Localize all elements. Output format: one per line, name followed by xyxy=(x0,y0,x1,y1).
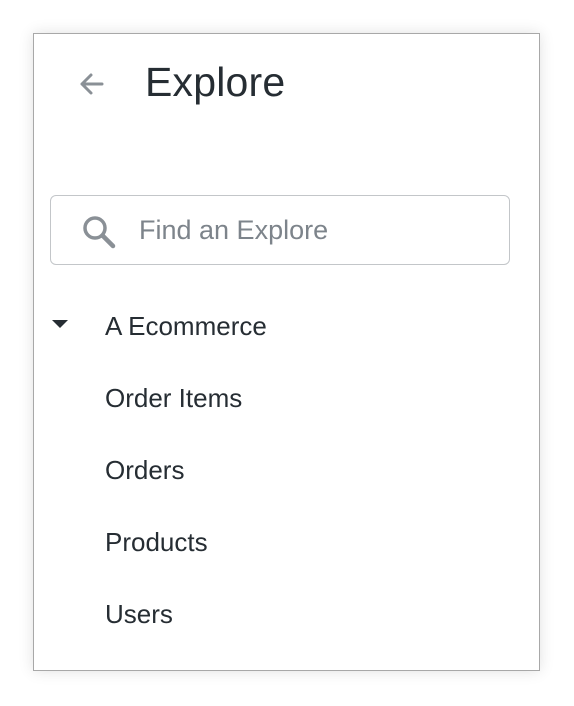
search-box[interactable] xyxy=(50,195,510,265)
tree-item-users[interactable]: Users xyxy=(34,579,539,651)
explore-panel: Explore A Ecommerce Order Items Orders P… xyxy=(33,33,540,671)
search-icon xyxy=(83,216,116,249)
tree-item-label: Order Items xyxy=(105,383,243,413)
search-input[interactable] xyxy=(139,206,489,254)
back-button[interactable] xyxy=(72,64,112,104)
arrow-left-icon xyxy=(80,73,104,95)
tree-item-label: Orders xyxy=(105,455,185,485)
explore-tree: A Ecommerce Order Items Orders Products … xyxy=(34,291,539,651)
tree-group-label: A Ecommerce xyxy=(105,311,267,341)
tree-group-a-ecommerce[interactable]: A Ecommerce xyxy=(34,291,539,363)
tree-item-orders[interactable]: Orders xyxy=(34,435,539,507)
caret-down-icon[interactable] xyxy=(52,320,68,328)
panel-header: Explore xyxy=(34,34,539,134)
tree-item-label: Products xyxy=(105,527,208,557)
tree-item-label: Users xyxy=(105,599,173,629)
tree-item-order-items[interactable]: Order Items xyxy=(34,363,539,435)
tree-item-products[interactable]: Products xyxy=(34,507,539,579)
page-title: Explore xyxy=(145,59,286,105)
